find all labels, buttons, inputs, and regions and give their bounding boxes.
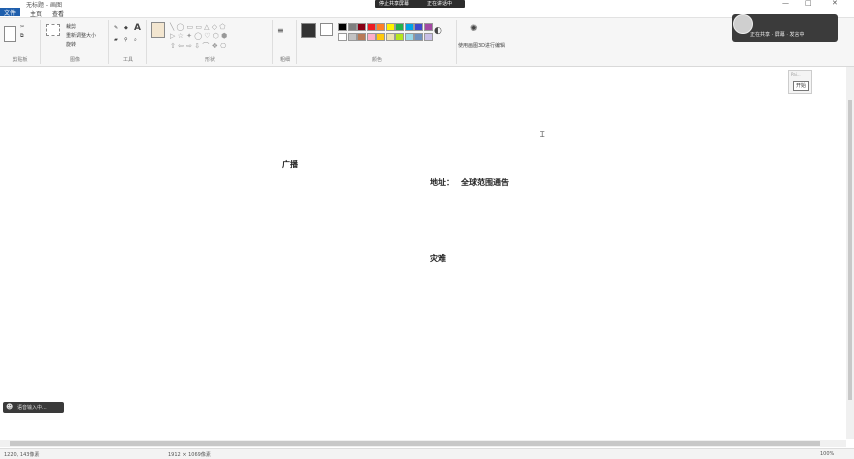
mini-window: Pai... 开始 bbox=[788, 70, 812, 94]
shapes-gallery-icon[interactable]: ╲ ◯ ▭ ▭ △ ◇ ⬠ bbox=[170, 23, 225, 31]
color-swatch[interactable] bbox=[414, 33, 423, 41]
screen-share-bar: 停止共享屏幕 正在讲话中 bbox=[375, 0, 465, 8]
color-swatch[interactable] bbox=[366, 33, 376, 41]
color-swatch[interactable] bbox=[338, 33, 347, 41]
color-swatch[interactable] bbox=[395, 23, 404, 31]
text-icon[interactable]: A bbox=[134, 23, 141, 33]
rotate-button[interactable]: 旋转 bbox=[66, 41, 76, 48]
color-swatch[interactable] bbox=[376, 33, 385, 41]
group-label: 剪贴板 bbox=[12, 57, 28, 63]
color-swatch[interactable] bbox=[347, 33, 357, 41]
group-image: 裁剪 重新调整大小 旋转 图像 bbox=[42, 20, 109, 64]
minimize-button[interactable]: — bbox=[782, 0, 789, 7]
group-label: 颜色 bbox=[371, 57, 382, 63]
paint3d-label[interactable]: 使用画图3D进行编辑 bbox=[458, 42, 505, 49]
status-bar: 1220, 143像素 1912 × 1069像素 100% bbox=[0, 448, 854, 459]
copy-icon[interactable]: ⧉ bbox=[20, 33, 24, 39]
color-swatch[interactable] bbox=[357, 23, 366, 31]
group-label: 图像 bbox=[69, 57, 80, 63]
eraser-icon[interactable]: ▰ bbox=[114, 37, 118, 43]
voice-input-bar[interactable]: ☻ 语音输入中... bbox=[3, 402, 64, 413]
voice-input-text: 语音输入中... bbox=[17, 405, 47, 411]
color-swatch[interactable] bbox=[338, 23, 347, 31]
resize-button[interactable]: 重新调整大小 bbox=[66, 32, 96, 39]
canvas-text-address: 地址： bbox=[430, 178, 454, 187]
pencil-icon[interactable]: ✎ bbox=[114, 25, 118, 31]
color-swatch[interactable] bbox=[395, 33, 404, 41]
group-label: 形状 bbox=[204, 57, 215, 63]
magnifier-icon[interactable]: ⌕ bbox=[134, 37, 137, 43]
shapes-gallery-icon[interactable]: ⇧ ⇦ ⇨ ⇩ ⌒ ❖ ⎔ bbox=[170, 41, 226, 51]
color-swatch[interactable] bbox=[404, 23, 414, 31]
mini-window-button[interactable]: 开始 bbox=[793, 81, 809, 91]
stop-share-button[interactable]: 停止共享屏幕 bbox=[379, 0, 409, 7]
color-swatch[interactable] bbox=[414, 23, 423, 31]
mini-window-title: Pai... bbox=[791, 72, 801, 77]
color-swatch[interactable] bbox=[385, 23, 395, 31]
group-clipboard: ✂ ⧉ 剪贴板 bbox=[0, 20, 41, 64]
mic-icon: ☻ bbox=[6, 403, 14, 411]
group-shapes: ╲ ◯ ▭ ▭ △ ◇ ⬠ ▷ ☆ ✦ ◯ ♡ ⬡ ⬢ ⇧ ⇦ ⇨ ⇩ ⌒ ❖ … bbox=[148, 20, 273, 64]
maximize-button[interactable]: □ bbox=[805, 0, 812, 7]
paint3d-icon[interactable]: ✺ bbox=[470, 24, 478, 34]
meeting-panel-text: 正在共享 · 屏幕 · 发言中 bbox=[750, 32, 805, 38]
paste-icon[interactable] bbox=[4, 26, 16, 42]
tab-home[interactable]: 主页 bbox=[26, 9, 46, 18]
tab-view[interactable]: 查看 bbox=[48, 9, 68, 18]
group-label: 粗细 bbox=[279, 57, 290, 63]
group-tools: ✎ ◆ A ▰ ⚲ ⌕ 工具 bbox=[110, 20, 147, 64]
color-swatch[interactable] bbox=[385, 33, 395, 41]
vertical-scroll-thumb[interactable] bbox=[848, 100, 852, 400]
group-colors: ◐ 颜色 bbox=[298, 20, 457, 64]
line-size-icon[interactable]: ≡ bbox=[277, 26, 284, 35]
color-swatch[interactable] bbox=[376, 23, 385, 31]
color-swatch[interactable] bbox=[347, 23, 357, 31]
color-swatch[interactable] bbox=[423, 23, 433, 31]
drawing-canvas[interactable]: 广播 地址： 全球范围通告 灾难 bbox=[0, 67, 846, 439]
cut-icon[interactable]: ✂ bbox=[20, 24, 24, 30]
color-swatch[interactable] bbox=[404, 33, 414, 41]
color-swatch[interactable] bbox=[357, 33, 366, 41]
ribbon: ✂ ⧉ 剪贴板 裁剪 重新调整大小 旋转 图像 ✎ ◆ A ▰ ⚲ ⌕ 工具 ╲… bbox=[0, 18, 854, 67]
select-icon[interactable] bbox=[46, 24, 60, 36]
canvas-size: 1912 × 1069像素 bbox=[168, 452, 211, 458]
close-button[interactable]: ✕ bbox=[832, 0, 838, 7]
color1-selector[interactable] bbox=[301, 23, 316, 38]
canvas-text-broadcast: 广播 bbox=[282, 160, 298, 169]
text-cursor-icon: Ɪ bbox=[540, 130, 545, 139]
zoom-level: 100% bbox=[820, 451, 835, 457]
crop-button[interactable]: 裁剪 bbox=[66, 23, 76, 30]
group-paint3d: ✺ 使用画图3D进行编辑 bbox=[458, 20, 505, 64]
ribbon-tabs: 文件 主页 查看 bbox=[0, 8, 854, 18]
group-size: ≡ 粗细 bbox=[274, 20, 297, 64]
color-swatch[interactable] bbox=[423, 33, 433, 41]
edit-colors-icon[interactable]: ◐ bbox=[434, 26, 442, 36]
speaking-indicator: 正在讲话中 bbox=[427, 1, 453, 7]
cursor-position: 1220, 143像素 bbox=[4, 452, 40, 458]
brush-icon[interactable] bbox=[151, 22, 165, 38]
picker-icon[interactable]: ⚲ bbox=[124, 37, 128, 43]
fill-icon[interactable]: ◆ bbox=[124, 25, 128, 31]
horizontal-scroll-thumb[interactable] bbox=[10, 441, 820, 446]
shapes-gallery-icon[interactable]: ▷ ☆ ✦ ◯ ♡ ⬡ ⬢ bbox=[170, 32, 227, 40]
canvas-text-disaster: 灾难 bbox=[430, 254, 446, 263]
color2-selector[interactable] bbox=[320, 23, 333, 36]
color-swatch[interactable] bbox=[366, 23, 376, 31]
canvas-text-address-value: 全球范围通告 bbox=[461, 178, 509, 187]
group-label: 工具 bbox=[122, 57, 133, 63]
tab-file[interactable]: 文件 bbox=[0, 8, 21, 17]
